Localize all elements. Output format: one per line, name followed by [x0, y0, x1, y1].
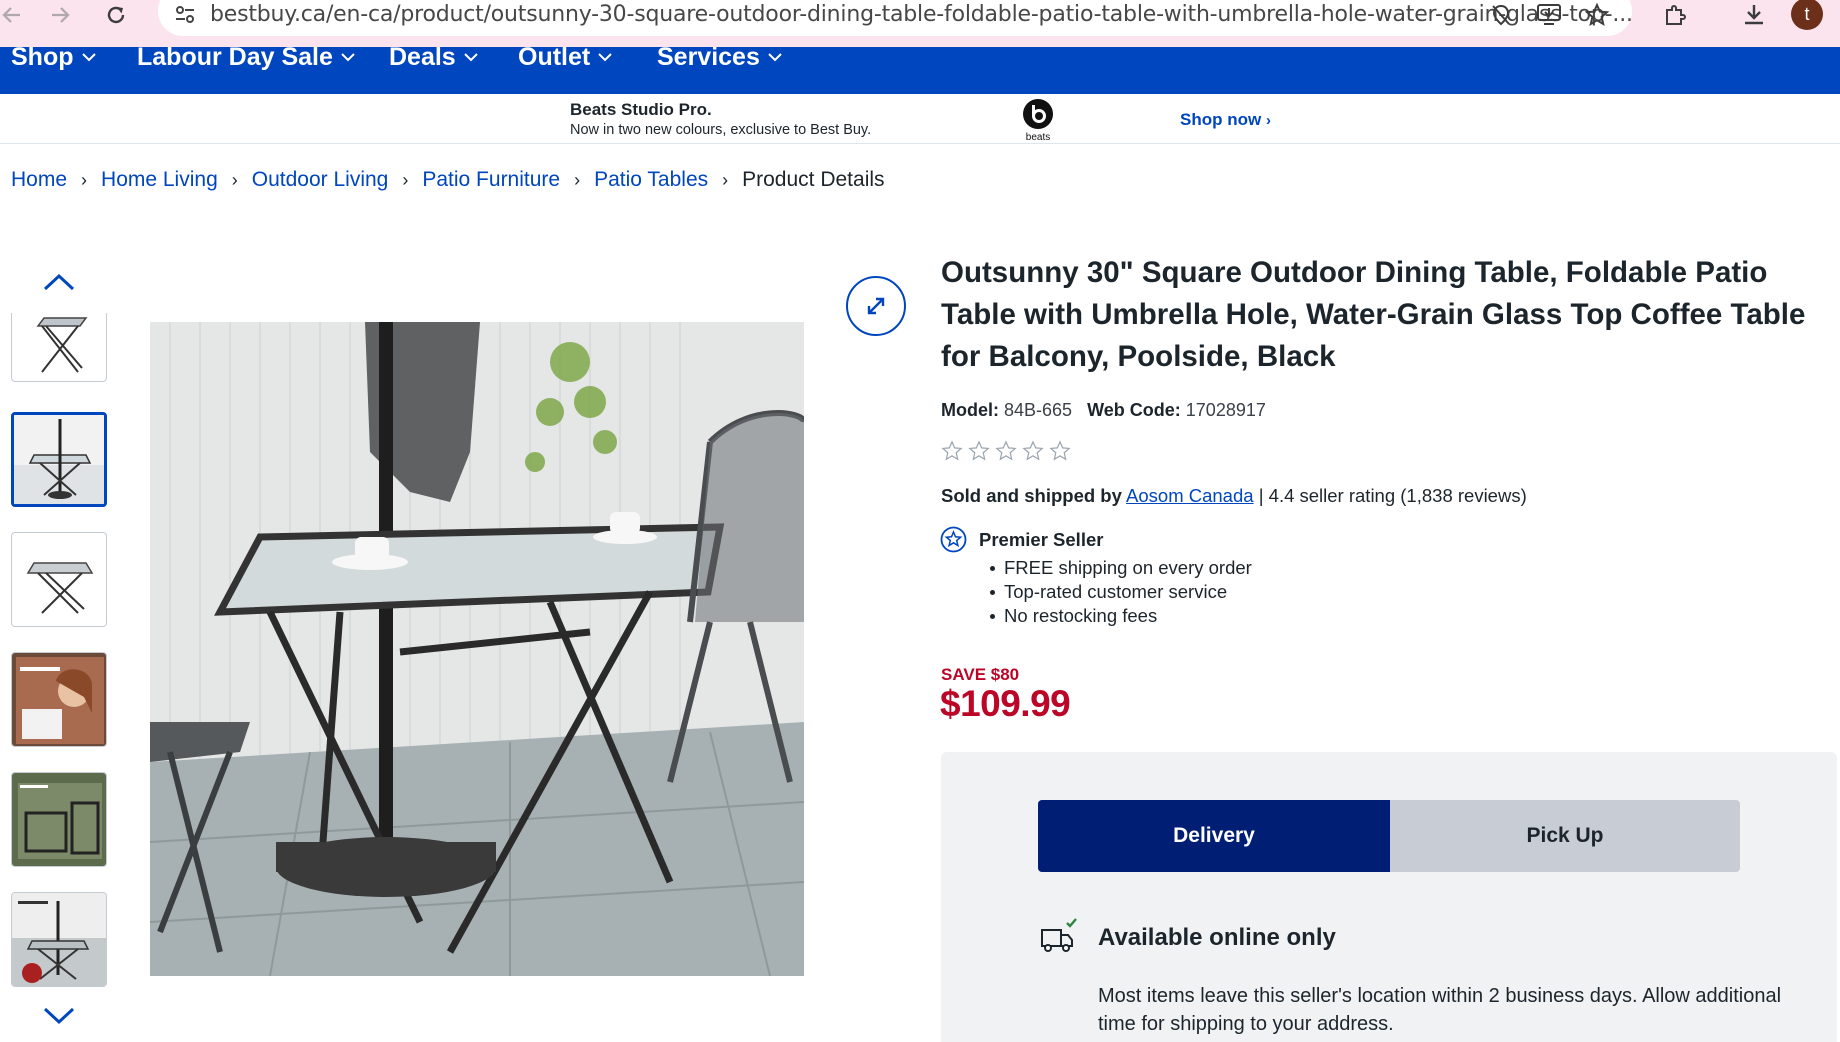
thumbnail-5[interactable]	[11, 772, 107, 867]
webcode-label: Web Code:	[1087, 400, 1181, 420]
star-empty-icon	[995, 440, 1017, 461]
promo-banner[interactable]: Beats Studio Pro. Now in two new colours…	[0, 94, 1840, 144]
seller-link[interactable]: Aosom Canada	[1126, 485, 1254, 506]
premier-star-badge-icon	[940, 526, 967, 553]
breadcrumb-patio-tables[interactable]: Patio Tables	[594, 168, 708, 192]
site-settings-icon[interactable]	[172, 2, 198, 28]
chevron-right-icon: ›	[722, 169, 729, 190]
promo-subtitle: Now in two new colours, exclusive to Bes…	[570, 122, 872, 138]
chevron-down-icon	[341, 53, 355, 62]
product-codes: Model: 84B-665 Web Code: 17028917	[941, 400, 1266, 421]
nav-shop-label: Shop	[11, 43, 74, 71]
tracking-blocked-icon[interactable]	[1484, 0, 1518, 30]
chevron-down-icon	[81, 53, 96, 62]
product-title: Outsunny 30" Square Outdoor Dining Table…	[941, 256, 1806, 373]
webcode-value: 17028917	[1185, 400, 1266, 420]
availability-note: Most items leave this seller's location …	[1098, 985, 1782, 1035]
breadcrumb-home[interactable]: Home	[11, 168, 67, 192]
chevron-right-icon: ›	[574, 169, 581, 190]
delivery-tab[interactable]: Delivery	[1038, 800, 1390, 872]
breadcrumb-outdoor-living[interactable]: Outdoor Living	[252, 168, 389, 192]
nav-services-label: Services	[657, 43, 760, 71]
seller-benefits: FREE shipping on every order Top-rated c…	[990, 556, 1252, 628]
thumbnail-scroll-down-icon[interactable]	[42, 1006, 76, 1026]
shop-now-link[interactable]: Shop now ›	[1180, 110, 1271, 130]
extensions-icon[interactable]	[1658, 0, 1692, 30]
breadcrumb-current: Product Details	[742, 168, 885, 191]
chevron-right-icon: ›	[231, 169, 238, 190]
beats-logo-icon: beats	[1022, 96, 1054, 143]
chevron-down-icon	[768, 53, 782, 62]
pickup-tab[interactable]: Pick Up	[1390, 800, 1740, 872]
chevron-right-icon: ›	[81, 169, 88, 190]
bookmark-star-icon[interactable]	[1580, 0, 1614, 30]
save-badge: SAVE $80	[941, 665, 1020, 684]
breadcrumb-home-living[interactable]: Home Living	[101, 168, 218, 192]
thumbnail-strip	[0, 313, 120, 988]
seller-rating: | 4.4 seller rating (1,838 reviews)	[1258, 485, 1527, 506]
delivery-truck-icon	[1041, 918, 1077, 952]
product-main-image[interactable]	[150, 322, 804, 976]
thumbnail-6[interactable]	[11, 892, 107, 987]
thumbnail-1[interactable]	[11, 313, 107, 382]
profile-avatar[interactable]: t	[1791, 0, 1823, 30]
sold-by-label: Sold and shipped by	[941, 485, 1122, 506]
nav-labour-day-sale[interactable]: Labour Day Sale	[137, 43, 356, 71]
nav-outlet[interactable]: Outlet	[518, 43, 613, 71]
thumbnail-scroll-up-icon[interactable]	[42, 272, 76, 292]
forward-icon[interactable]	[40, 0, 80, 30]
thumbnail-3[interactable]	[11, 532, 107, 627]
chevron-down-icon	[598, 53, 612, 62]
availability-status: Available online only	[1098, 924, 1336, 951]
star-empty-icon	[1022, 440, 1044, 461]
benefit-item: No restocking fees	[990, 604, 1252, 628]
main-navigation: Shop Labour Day Sale Deals Outlet Servic…	[0, 43, 1840, 94]
fulfillment-panel: Delivery Pick Up Available online only M…	[941, 752, 1837, 1042]
chevron-right-icon: ›	[1265, 112, 1271, 129]
promo-title: Beats Studio Pro.	[570, 100, 712, 119]
benefit-item: Top-rated customer service	[990, 580, 1252, 604]
browser-toolbar: bestbuy.ca/en-ca/product/outsunny-30-squ…	[0, 0, 1840, 47]
nav-deals[interactable]: Deals	[389, 43, 479, 71]
nav-deals-label: Deals	[389, 43, 456, 71]
nav-outlet-label: Outlet	[518, 43, 591, 71]
beats-logo-text: beats	[1026, 132, 1050, 142]
rating-stars[interactable]	[941, 440, 1071, 462]
star-empty-icon	[968, 440, 990, 461]
thumbnail-2[interactable]	[11, 412, 107, 507]
expand-icon	[867, 297, 885, 315]
premier-seller-title: Premier Seller	[979, 529, 1104, 550]
url-text[interactable]: bestbuy.ca/en-ca/product/outsunny-30-squ…	[210, 2, 1634, 27]
model-label: Model:	[941, 400, 999, 420]
thumbnail-4[interactable]	[11, 652, 107, 747]
star-empty-icon	[941, 440, 963, 461]
shop-now-label: Shop now	[1180, 110, 1262, 129]
nav-services[interactable]: Services	[657, 43, 783, 71]
expand-image-button[interactable]	[846, 276, 906, 336]
breadcrumb: Home › Home Living › Outdoor Living › Pa…	[11, 168, 885, 192]
address-bar[interactable]: bestbuy.ca/en-ca/product/outsunny-30-squ…	[158, 0, 1634, 36]
chevron-right-icon: ›	[402, 169, 409, 190]
chevron-down-icon	[464, 53, 478, 62]
reload-icon[interactable]	[96, 0, 136, 30]
model-value: 84B-665	[1004, 400, 1073, 420]
nav-labour-day-sale-label: Labour Day Sale	[137, 43, 333, 71]
benefit-item: FREE shipping on every order	[990, 557, 1252, 578]
install-app-icon[interactable]	[1532, 0, 1566, 30]
product-price: $109.99	[940, 683, 1071, 724]
breadcrumb-patio-furniture[interactable]: Patio Furniture	[422, 168, 560, 192]
star-empty-icon	[1049, 440, 1071, 461]
nav-shop[interactable]: Shop	[11, 43, 97, 71]
downloads-icon[interactable]	[1737, 0, 1771, 30]
seller-info: Sold and shipped by Aosom Canada | 4.4 s…	[941, 485, 1527, 507]
back-icon[interactable]	[0, 0, 32, 30]
